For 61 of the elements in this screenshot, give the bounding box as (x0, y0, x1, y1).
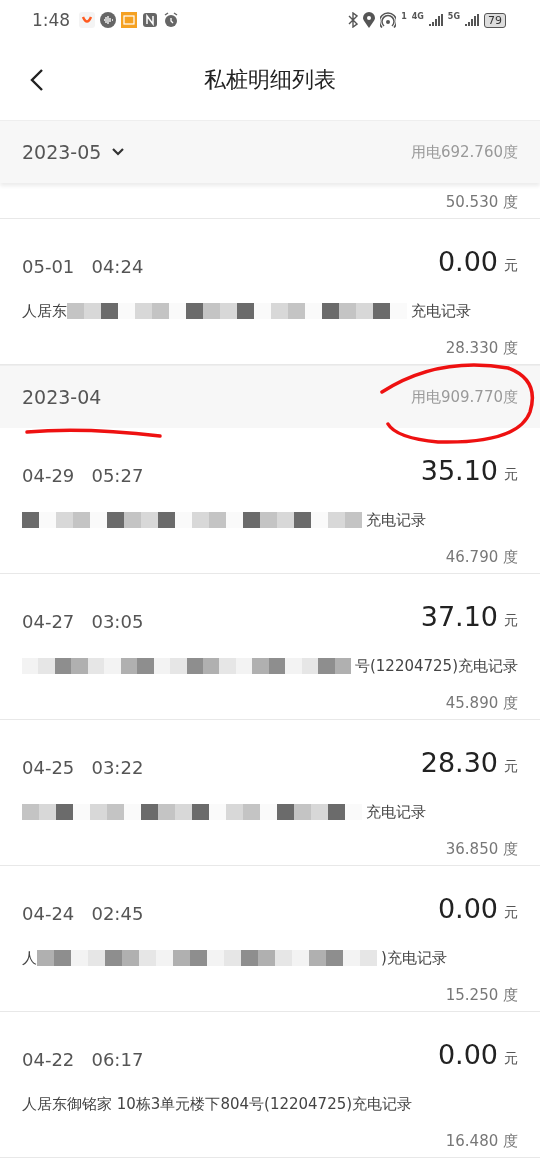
amount-value: 0.00 (437, 1039, 498, 1070)
month-header[interactable]: 2023-05 用电692.760度 (0, 120, 540, 183)
month-total: 用电909.770度 (410, 387, 518, 407)
record-description: 号(12204725)充电记录 (354, 656, 518, 676)
amount-value: 28.30 (420, 747, 498, 778)
currency-unit: 元 (504, 466, 518, 484)
record-description: 充电记录 (411, 301, 471, 321)
record-datetime: 05-01 04:24 (22, 256, 145, 277)
energy-value: 16.480 度 (445, 1132, 518, 1151)
record-description: )充电记录 (381, 948, 447, 968)
record-datetime: 04-24 02:45 (22, 903, 145, 924)
record-datetime: 04-22 06:17 (22, 1049, 145, 1070)
bluetooth-icon (348, 12, 359, 28)
energy-value: 28.330 度 (445, 339, 518, 358)
amount-value: 37.10 (420, 601, 498, 632)
hotspot-icon (380, 12, 397, 28)
month-label: 2023-04 (22, 386, 102, 408)
record-description: 人居东御铭家 10栋3单元楼下804号(12204725)充电记录 (22, 1094, 413, 1114)
record-datetime: 04-25 03:22 (22, 757, 145, 778)
chevron-down-icon[interactable] (111, 147, 126, 157)
month-label: 2023-05 (22, 141, 102, 163)
energy-value: 50.530 度 (445, 193, 518, 212)
app-notification-icon (121, 12, 138, 28)
network-label: 5G (447, 12, 460, 21)
signal-icon (465, 13, 479, 27)
app-notification-icon (79, 12, 96, 28)
currency-unit: 元 (504, 612, 518, 630)
nfc-icon (142, 12, 159, 28)
record-datetime: 04-29 05:27 (22, 465, 145, 486)
month-header[interactable]: 2023-04 用电909.770度 (0, 365, 540, 428)
battery-indicator: 79 (484, 12, 506, 28)
status-time: 1:48 (32, 10, 71, 30)
energy-value: 15.250 度 (445, 986, 518, 1005)
energy-value: 45.890 度 (445, 694, 518, 713)
amount-value: 0.00 (437, 246, 498, 277)
signal-icon (428, 13, 443, 27)
charge-record[interactable]: 05-01 04:24 0.00 元 人居东 充电记录 28.330 度 (0, 219, 540, 365)
charge-record[interactable]: 04-25 03:22 28.30 元 充电记录 36.850 度 (0, 720, 540, 866)
record-datetime: 04-27 03:05 (22, 611, 145, 632)
sim-label: 1 (401, 12, 407, 21)
currency-unit: 元 (504, 1050, 518, 1068)
energy-value: 46.790 度 (445, 548, 518, 567)
energy-value: 36.850 度 (445, 840, 518, 859)
record-description: 人 (22, 948, 37, 968)
month-total: 用电692.760度 (410, 142, 518, 162)
amount-value: 0.00 (437, 893, 498, 924)
charge-record[interactable]: 04-22 06:17 0.00 元 人居东御铭家 10栋3单元楼下804号(12204725)充电记录 16.480 度 (0, 1012, 540, 1158)
charge-record[interactable]: 04-27 03:05 37.10 元 号(12204725)充电记录 45.890 度 (0, 574, 540, 720)
network-label: 4G (411, 12, 424, 21)
charge-record[interactable]: 04-29 05:27 35.10 元 充电记录 46.790 度 (0, 428, 540, 574)
currency-unit: 元 (504, 904, 518, 922)
location-icon (363, 12, 376, 28)
record-description: 人居东 (22, 301, 67, 321)
currency-unit: 元 (504, 758, 518, 776)
amount-value: 35.10 (420, 455, 498, 486)
record-description: 充电记录 (366, 510, 426, 530)
charge-record[interactable]: 04-24 02:45 0.00 元 人 )充电记录 15.250 度 (0, 866, 540, 1012)
alarm-icon (163, 12, 180, 28)
record-description: 充电记录 (366, 802, 426, 822)
page-title: 私桩明细列表 (204, 66, 336, 94)
currency-unit: 元 (504, 257, 518, 275)
